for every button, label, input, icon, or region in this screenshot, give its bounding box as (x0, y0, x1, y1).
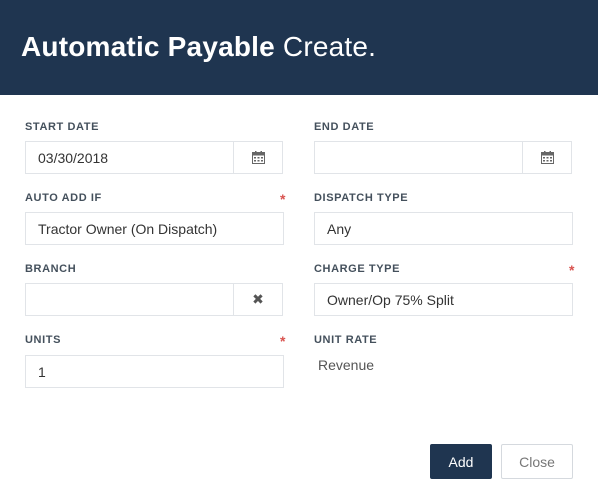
dialog-title-light: Create. (282, 31, 377, 62)
units-value: 1 (38, 364, 46, 380)
dialog-title-bold: Automatic Payable (21, 31, 275, 62)
dialog-title: Automatic Payable Create. (21, 31, 376, 63)
clear-x-icon: ✖ (252, 291, 264, 307)
end-date-field[interactable] (314, 141, 572, 174)
dialog-header: Automatic Payable Create. (0, 0, 598, 95)
units-label: UNITS (25, 334, 61, 346)
auto-add-if-label: AUTO ADD IF (25, 192, 102, 204)
branch-clear-button[interactable]: ✖ (233, 284, 282, 315)
unit-rate-label: UNIT RATE (314, 334, 378, 346)
branch-field[interactable]: ✖ (25, 283, 283, 316)
charge-type-required-star: * (569, 262, 575, 278)
auto-add-if-value: Tractor Owner (On Dispatch) (38, 221, 218, 237)
unit-rate-value: Revenue (318, 357, 375, 373)
units-required-star: * (280, 333, 286, 349)
dispatch-type-select[interactable]: Any (314, 212, 573, 245)
add-button[interactable]: Add (430, 444, 492, 479)
close-button[interactable]: Close (501, 444, 573, 479)
charge-type-select[interactable]: Owner/Op 75% Split (314, 283, 573, 316)
charge-type-label: CHARGE TYPE (314, 263, 401, 275)
branch-label: BRANCH (25, 263, 77, 275)
end-date-calendar-button[interactable] (522, 142, 571, 173)
dispatch-type-label: DISPATCH TYPE (314, 192, 409, 204)
calendar-icon (251, 151, 265, 164)
start-date-calendar-button[interactable] (233, 142, 282, 173)
auto-add-if-required-star: * (280, 191, 286, 207)
automatic-payable-dialog: Automatic Payable Create. START DATE 03/… (0, 0, 598, 504)
end-date-label: END DATE (314, 121, 375, 133)
calendar-icon (540, 151, 554, 164)
charge-type-value: Owner/Op 75% Split (327, 292, 454, 308)
start-date-label: START DATE (25, 121, 100, 133)
auto-add-if-select[interactable]: Tractor Owner (On Dispatch) (25, 212, 284, 245)
units-input[interactable]: 1 (25, 355, 284, 388)
start-date-value: 03/30/2018 (38, 150, 109, 166)
dispatch-type-value: Any (327, 221, 352, 237)
start-date-field[interactable]: 03/30/2018 (25, 141, 283, 174)
